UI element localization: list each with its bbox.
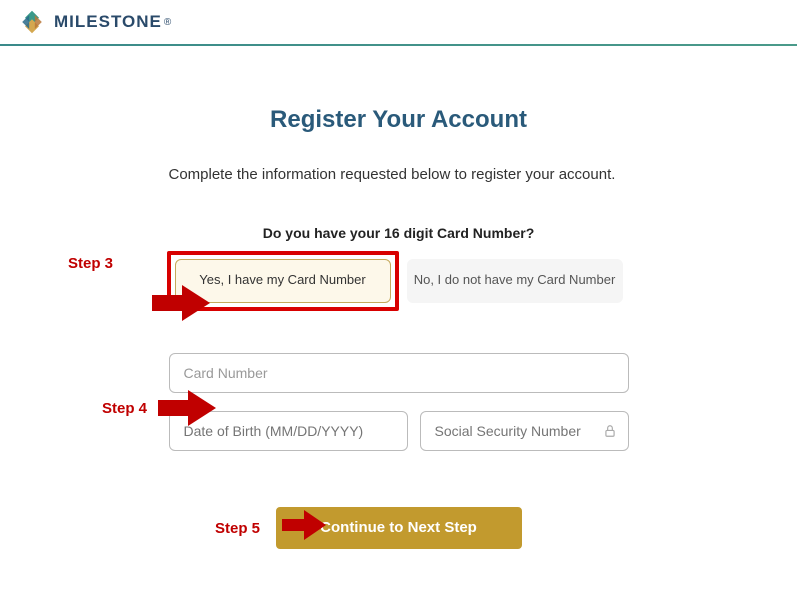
continue-wrap: Continue to Next Step [0, 507, 797, 549]
annotation-arrow-icon [282, 510, 326, 540]
annotation-step3-label: Step 3 [68, 255, 113, 272]
card-number-group [169, 353, 629, 393]
annotation-arrow-icon [158, 390, 216, 426]
card-question: Do you have your 16 digit Card Number? [0, 225, 797, 241]
dob-ssn-row [169, 411, 629, 451]
annotation-step4-label: Step 4 [102, 400, 147, 417]
page-subtitle: Complete the information requested below… [169, 164, 629, 187]
registered-mark: ® [164, 17, 171, 28]
brand-name: MILESTONE [54, 12, 162, 32]
milestone-logo-icon [18, 8, 46, 36]
option-yes-label: Yes, I have my Card Number [199, 272, 365, 289]
option-row: Yes, I have my Card Number No, I do not … [0, 259, 797, 303]
option-no-label: No, I do not have my Card Number [414, 272, 616, 289]
header: MILESTONE ® [0, 0, 797, 46]
page-title: Register Your Account [0, 106, 797, 134]
option-no-button[interactable]: No, I do not have my Card Number [407, 259, 623, 303]
annotation-step5-label: Step 5 [215, 520, 260, 537]
continue-label: Continue to Next Step [320, 519, 477, 536]
annotation-arrow-icon [152, 285, 210, 321]
lock-icon [603, 424, 617, 438]
ssn-input[interactable] [420, 411, 629, 451]
card-number-input[interactable] [169, 353, 629, 393]
main-content: Register Your Account Complete the infor… [0, 46, 797, 549]
